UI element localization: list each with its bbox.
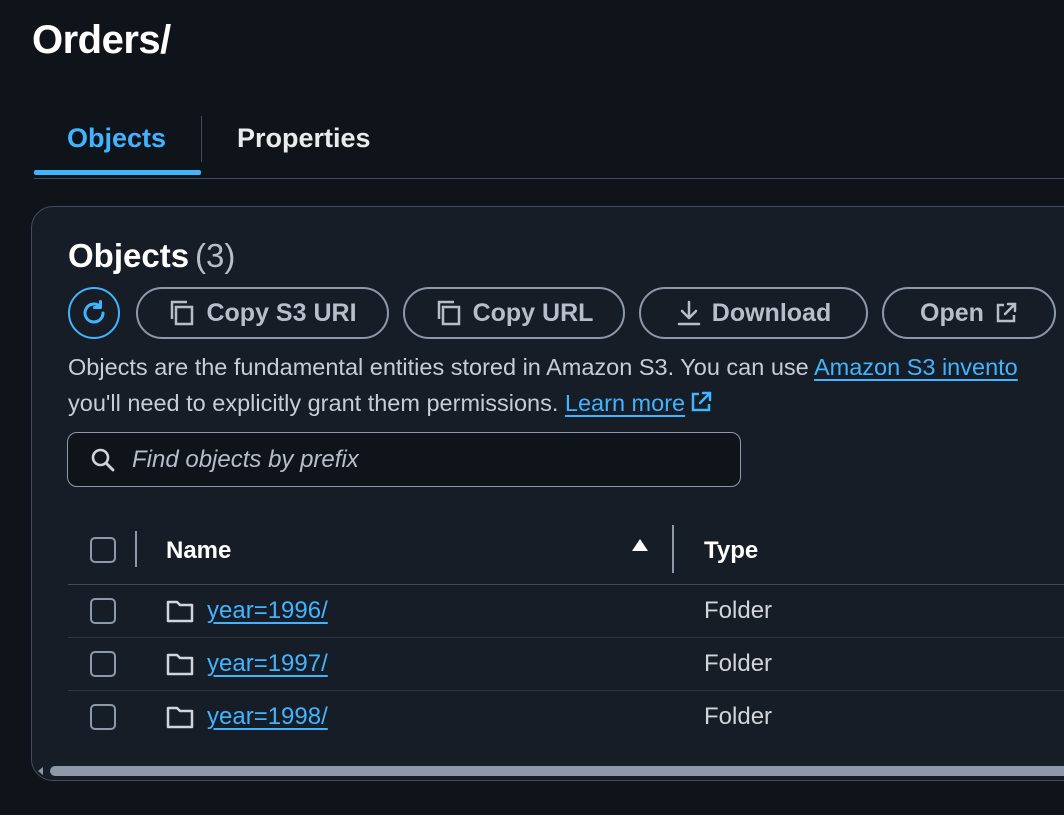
refresh-icon — [83, 300, 105, 324]
search-icon — [91, 448, 115, 472]
panel-heading: Objects (3) — [68, 237, 235, 275]
table-row: year=1997/ Folder — [68, 638, 1064, 691]
tab-bar: Objects Properties — [34, 112, 1064, 179]
object-name-link[interactable]: year=1996/ — [207, 597, 328, 625]
object-type: Folder — [704, 597, 773, 624]
download-icon — [677, 300, 701, 326]
copy-s3-uri-label: Copy S3 URI — [206, 298, 357, 327]
table-row: year=1998/ Folder — [68, 691, 1064, 743]
column-resize-handle[interactable] — [672, 525, 674, 573]
sort-ascending-icon[interactable] — [631, 537, 649, 553]
folder-icon — [166, 653, 194, 676]
s3-inventory-link[interactable]: Amazon S3 invento — [814, 354, 1018, 380]
open-label: Open — [920, 298, 984, 327]
column-header-type[interactable]: Type — [704, 537, 758, 565]
column-header-name[interactable]: Name — [166, 537, 231, 565]
scrollbar-thumb[interactable] — [50, 766, 1064, 776]
row-checkbox[interactable] — [90, 704, 116, 730]
folder-icon — [166, 706, 194, 729]
learn-more-link[interactable]: Learn more — [565, 390, 685, 416]
objects-panel: Objects (3) Copy S3 URI Copy URL Download… — [31, 206, 1064, 781]
folder-icon — [166, 600, 194, 623]
table-row: year=1996/ Folder — [68, 585, 1064, 638]
copy-icon — [437, 300, 460, 326]
object-name-link[interactable]: year=1998/ — [207, 703, 328, 731]
scroll-left-arrow-icon[interactable] — [38, 767, 43, 775]
table-header: Name Type — [68, 517, 1064, 585]
select-all-checkbox[interactable] — [90, 537, 116, 563]
object-type: Folder — [704, 703, 773, 730]
open-button[interactable]: Open — [882, 287, 1056, 339]
tab-divider — [201, 116, 202, 162]
description-text-1: Objects are the fundamental entities sto… — [68, 354, 814, 380]
objects-description: Objects are the fundamental entities sto… — [68, 349, 1064, 421]
copy-url-label: Copy URL — [472, 298, 594, 327]
tab-objects[interactable]: Objects — [67, 112, 166, 176]
horizontal-scrollbar[interactable] — [36, 764, 1064, 778]
row-checkbox[interactable] — [90, 651, 116, 677]
object-type: Folder — [704, 650, 773, 677]
object-count: (3) — [195, 237, 236, 274]
row-checkbox[interactable] — [90, 598, 116, 624]
active-tab-indicator — [34, 170, 201, 175]
external-link-icon — [691, 391, 712, 412]
page-title: Orders/ — [32, 18, 171, 62]
tab-properties[interactable]: Properties — [237, 112, 371, 176]
refresh-button[interactable] — [68, 287, 120, 339]
download-button[interactable]: Download — [639, 287, 868, 339]
copy-icon — [171, 300, 194, 326]
copy-s3-uri-button[interactable]: Copy S3 URI — [136, 287, 389, 339]
search-box — [67, 432, 741, 487]
search-input[interactable] — [130, 441, 734, 479]
object-name-link[interactable]: year=1997/ — [207, 650, 328, 678]
external-link-icon — [996, 302, 1017, 323]
description-text-2: you'll need to explicitly grant them per… — [68, 390, 565, 416]
download-label: Download — [711, 298, 832, 327]
column-divider — [135, 531, 137, 567]
copy-url-button[interactable]: Copy URL — [403, 287, 625, 339]
panel-title: Objects — [68, 237, 190, 274]
objects-table: Name Type year=1996/ Folder year=1997/ F… — [68, 517, 1064, 743]
